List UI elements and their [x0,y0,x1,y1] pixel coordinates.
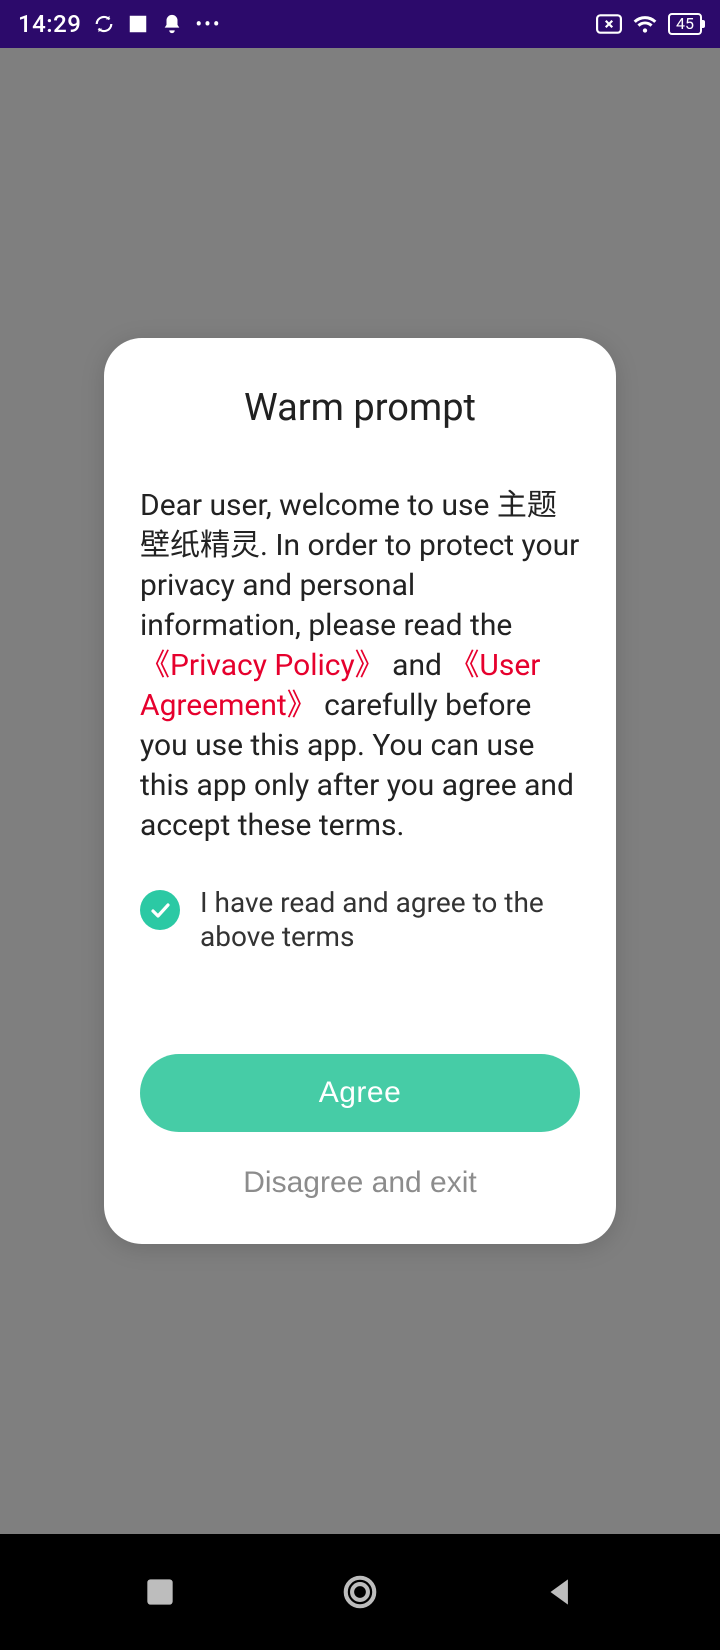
dialog-body: Dear user, welcome to use 主题壁纸精灵. In ord… [140,486,580,846]
back-button[interactable] [538,1570,582,1614]
dialog-title: Warm prompt [140,386,580,430]
sync-icon [93,13,115,35]
status-right: 45 [596,11,702,37]
bell-icon [161,13,183,35]
battery-icon: 45 [668,13,702,35]
status-bar: 14:29 ••• [0,0,720,48]
dialog-body-and: and [392,648,449,683]
consent-row[interactable]: I have read and agree to the above terms [140,886,580,954]
consent-text: I have read and agree to the above terms [200,886,580,954]
disagree-button[interactable]: Disagree and exit [140,1166,580,1200]
screen-record-icon [596,14,622,34]
nav-bar [0,1534,720,1650]
home-button[interactable] [338,1570,382,1614]
more-icon: ••• [195,12,221,36]
square-icon [127,13,149,35]
warm-prompt-dialog: Warm prompt Dear user, welcome to use 主题… [104,338,616,1244]
status-time: 14:29 [18,10,81,38]
agree-button[interactable]: Agree [140,1054,580,1132]
recent-apps-button[interactable] [138,1570,182,1614]
privacy-policy-link[interactable]: 《Privacy Policy》 [140,648,385,683]
status-left: 14:29 ••• [18,10,222,38]
modal-overlay: Warm prompt Dear user, welcome to use 主题… [0,48,720,1534]
dialog-body-text-1: Dear user, welcome to use 主题壁纸精灵. In ord… [140,488,579,643]
battery-level: 45 [676,14,694,33]
wifi-icon [632,11,658,37]
check-icon[interactable] [140,890,180,930]
